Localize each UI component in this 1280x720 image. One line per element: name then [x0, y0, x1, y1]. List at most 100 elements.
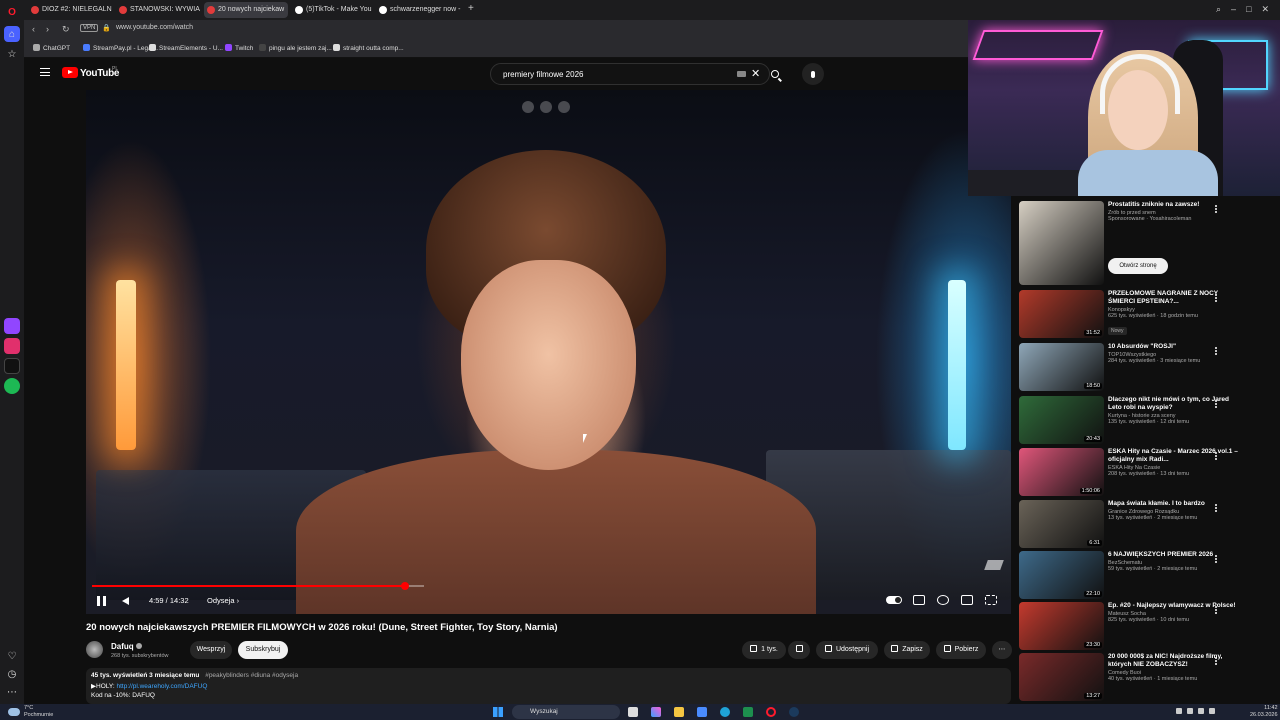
close-window-icon[interactable]: ✕	[1262, 4, 1270, 15]
bookmark-item[interactable]: straight outta comp...	[333, 44, 404, 52]
video-title[interactable]: Mapa świata kłamie. I to bardzo	[1108, 500, 1238, 508]
settings-icon[interactable]	[937, 595, 949, 605]
video-title[interactable]: PRZEŁOMOWE NAGRANIE Z NOCY ŚMIERCI EPSTE…	[1108, 290, 1238, 306]
video-player[interactable]: 4:59 / 14:32 Odyseja ›	[86, 90, 1011, 614]
more-options-icon[interactable]	[1215, 555, 1217, 557]
recommended-video[interactable]: 22:10 6 NAJWIĘKSZYCH PREMIER 2026 BezSchem…	[1019, 551, 1259, 599]
browser-tab[interactable]: 20 nowych najciekaw	[204, 2, 288, 18]
opera-logo-icon[interactable]: O	[4, 4, 20, 20]
instagram-sidebar-icon[interactable]	[4, 338, 20, 354]
heart-icon[interactable]: ♡	[4, 648, 20, 664]
channel-name-text[interactable]: Dafuq	[111, 642, 134, 651]
forward-icon[interactable]: ›	[46, 24, 49, 34]
pip-icon[interactable]	[522, 101, 534, 113]
more-options-icon[interactable]	[1215, 294, 1217, 296]
more-options-icon[interactable]	[1215, 657, 1217, 659]
channel-name[interactable]: Dafuq	[111, 642, 142, 651]
more-options-icon[interactable]	[1215, 205, 1217, 207]
home-icon[interactable]: ⌂	[4, 26, 20, 42]
video-title[interactable]: 10 Absurdów "ROSJI"	[1108, 343, 1238, 351]
file-explorer-icon[interactable]	[674, 707, 684, 717]
url-field[interactable]: www.youtube.com/watch	[116, 24, 193, 31]
store-icon[interactable]	[697, 707, 707, 717]
history-icon[interactable]: ◷	[4, 666, 20, 682]
more-icon[interactable]: ⋯	[4, 684, 20, 700]
video-thumbnail[interactable]	[1019, 201, 1104, 285]
minimize-icon[interactable]: –	[1231, 4, 1236, 15]
windows-start-icon[interactable]	[493, 707, 503, 717]
video-thumbnail[interactable]: 13:27	[1019, 653, 1104, 701]
download-button[interactable]: Pobierz	[936, 641, 986, 659]
recommended-video[interactable]: 1:50:06 ESKA Hity na Czasie - Marzec 2026…	[1019, 448, 1259, 496]
maximize-icon[interactable]: □	[1246, 4, 1251, 15]
video-thumbnail[interactable]: 6:31	[1019, 500, 1104, 548]
description-box[interactable]: 45 tys. wyświetleń 3 miesiące temu #peak…	[86, 668, 1011, 704]
more-options-icon[interactable]	[1215, 504, 1217, 506]
browser-tab[interactable]: schwarzenegger now - Se	[376, 2, 462, 18]
snapshot-icon[interactable]	[540, 101, 552, 113]
volume-icon[interactable]	[122, 597, 129, 605]
steam-icon[interactable]	[789, 707, 799, 717]
search-icon[interactable]	[764, 63, 786, 85]
more-options-icon[interactable]	[1215, 347, 1217, 349]
like-button[interactable]: 1 tys.	[742, 641, 786, 659]
recommended-video[interactable]: 6:31 Mapa świata kłamie. I to bardzo Grani…	[1019, 500, 1259, 548]
system-tray[interactable]	[1176, 708, 1242, 716]
fullscreen-icon[interactable]	[985, 595, 997, 605]
support-button[interactable]: Wesprzyj	[190, 641, 232, 659]
menu-icon[interactable]	[40, 68, 50, 76]
weather-widget[interactable]: 7°C Pochmurnie	[24, 705, 53, 719]
tray-icon[interactable]	[1176, 708, 1182, 714]
video-thumbnail[interactable]: 23:30	[1019, 602, 1104, 650]
miniplayer-icon[interactable]	[961, 595, 973, 605]
search-input[interactable]: premiery filmowe 2026	[503, 70, 583, 79]
search-box[interactable]: premiery filmowe 2026 ✕	[490, 63, 770, 85]
bookmark-item[interactable]: Twitch	[225, 44, 253, 52]
tiktok-sidebar-icon[interactable]	[4, 358, 20, 374]
more-actions-button[interactable]: ⋯	[992, 641, 1012, 659]
more-options-icon[interactable]	[1215, 400, 1217, 402]
progress-bar[interactable]	[92, 582, 424, 590]
youtube-logo-icon[interactable]	[62, 67, 78, 78]
clock[interactable]: 11:42 26.03.2026	[1250, 705, 1278, 719]
subtitles-icon[interactable]	[913, 595, 925, 605]
spotify-sidebar-icon[interactable]	[4, 378, 20, 394]
video-thumbnail[interactable]: 22:10	[1019, 551, 1104, 599]
avatar[interactable]	[86, 641, 103, 658]
video-title[interactable]: Prostatitis zniknie na zawsze!	[1108, 201, 1238, 209]
share-button[interactable]: Udostępnij	[816, 641, 878, 659]
search-tabs-icon[interactable]: ⌕	[1216, 4, 1221, 15]
progress-scrubber[interactable]	[401, 582, 410, 590]
volume-tray-icon[interactable]	[1198, 708, 1204, 714]
video-thumbnail[interactable]: 18:50	[1019, 343, 1104, 391]
hashtags[interactable]: #peakyblinders #diuna #odyseja	[205, 672, 298, 679]
browser-tab[interactable]: DIOZ #2: NIELEGALNE OP	[28, 2, 112, 18]
copilot-icon[interactable]	[651, 707, 661, 717]
more-options-icon[interactable]	[1215, 452, 1217, 454]
microphone-icon[interactable]	[802, 63, 824, 85]
video-thumbnail[interactable]: 20:43	[1019, 396, 1104, 444]
recommended-video[interactable]: 23:30 Ep. #20 - Najlepszy wlamywacz w Pol…	[1019, 602, 1259, 650]
video-thumbnail[interactable]: 1:50:06	[1019, 448, 1104, 496]
recommended-video[interactable]: 20:43 Dlaczego nikt nie mówi o tym, co Ja…	[1019, 396, 1259, 444]
star-icon[interactable]: ☆	[4, 46, 20, 62]
reload-icon[interactable]: ↻	[62, 24, 70, 35]
chapter-button[interactable]: Odyseja ›	[207, 596, 239, 605]
more-options-icon[interactable]	[1215, 606, 1217, 608]
taskbar-search[interactable]: Wyszukaj	[512, 705, 620, 719]
video-title[interactable]: 20 000 000$ za NIC! Najdroższe filmy, kt…	[1108, 653, 1238, 669]
bookmark-item[interactable]: StreamPay.pl - Legal...	[83, 44, 159, 52]
sponsor-link[interactable]: http://pl.weareholy.com/DAFUQ	[116, 683, 207, 690]
video-title[interactable]: 6 NAJWIĘKSZYCH PREMIER 2026	[1108, 551, 1238, 559]
subscribe-button[interactable]: Subskrybuj	[238, 641, 288, 659]
task-view-icon[interactable]	[628, 707, 638, 717]
video-title[interactable]: ESKA Hity na Czasie - Marzec 2026 vol.1 …	[1108, 448, 1238, 464]
new-tab-icon[interactable]: +	[468, 3, 474, 14]
recommended-video[interactable]: Prostatitis zniknie na zawsze! Zrób to pr…	[1019, 201, 1259, 285]
browser-tab[interactable]: (5)TikTok - Make Your Day	[292, 2, 372, 18]
browser-tab[interactable]: STANOWSKI: WYWIAD U	[116, 2, 200, 18]
twitch-sidebar-icon[interactable]	[4, 318, 20, 334]
video-thumbnail[interactable]: 31:52	[1019, 290, 1104, 338]
opera-taskbar-icon[interactable]	[766, 707, 776, 717]
video-title[interactable]: Ep. #20 - Najlepszy wlamywacz w Polsce!	[1108, 602, 1238, 610]
